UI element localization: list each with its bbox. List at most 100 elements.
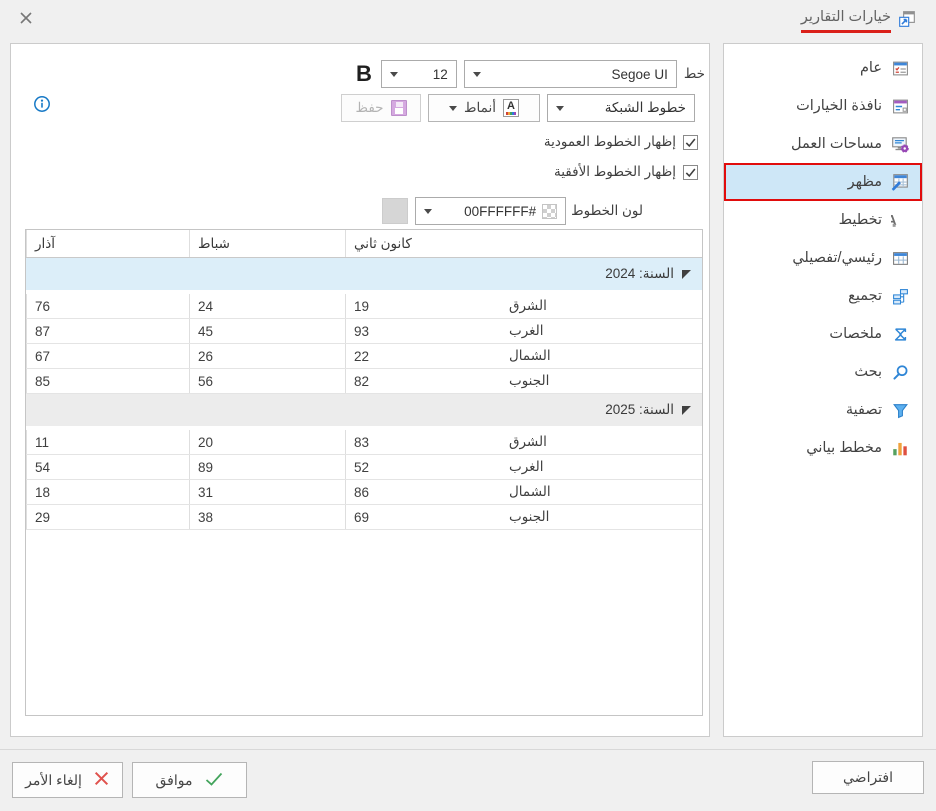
sidebar-item-label: عام: [860, 60, 882, 76]
table-row[interactable]: الغرب 52 89 54: [26, 455, 702, 480]
line-color-preview-swatch: [382, 198, 408, 224]
column-header-february[interactable]: شباط: [189, 230, 345, 257]
value-cell: 93: [345, 319, 501, 343]
table-row[interactable]: الشرق 19 24 76: [26, 294, 702, 319]
group-expanded-icon: [682, 270, 691, 279]
master-detail-icon: [891, 249, 909, 267]
info-icon: [33, 100, 51, 116]
ok-check-icon: [204, 771, 224, 790]
gridlines-combobox[interactable]: خطوط الشبكة: [547, 94, 695, 122]
value-cell: 18: [26, 480, 189, 504]
row-label-cell: الشمال: [501, 344, 702, 368]
value-cell: 69: [345, 505, 501, 529]
sidebar-item-appearance[interactable]: مظهر: [724, 163, 922, 201]
default-button[interactable]: افتراضي: [812, 761, 924, 794]
gridlines-row: خطوط الشبكة A أنماط حفظ: [341, 94, 695, 122]
sidebar-item-layout[interactable]: A تخطيط: [724, 201, 922, 239]
column-header-january[interactable]: كانون ثاني: [345, 230, 501, 257]
line-color-row: لون الخطوط 00FFFFFF#: [382, 197, 643, 225]
show-horizontal-lines-checkbox[interactable]: إظهار الخطوط الأفقية: [554, 164, 698, 180]
font-styles-icon: A: [503, 99, 519, 117]
checkbox-checked-icon: [683, 165, 698, 180]
save-button[interactable]: حفظ: [341, 94, 421, 122]
font-size-value: 12: [404, 67, 448, 82]
value-cell: 22: [345, 344, 501, 368]
table-row[interactable]: الشرق 83 20 11: [26, 430, 702, 455]
table-row[interactable]: الجنوب 69 38 29: [26, 505, 702, 530]
sidebar-item-master-detail[interactable]: رئيسي/تفصيلي: [724, 239, 922, 277]
value-cell: 83: [345, 430, 501, 454]
styles-button-label: أنماط: [464, 100, 496, 116]
group-row-2025[interactable]: السنة: 2025: [26, 394, 702, 430]
sidebar-item-filter[interactable]: تصفية: [724, 391, 922, 429]
table-row[interactable]: الشمال 86 31 18: [26, 480, 702, 505]
group-row-label: السنة: 2024: [605, 266, 674, 282]
checkbox-checked-icon: [683, 135, 698, 150]
table-row[interactable]: الغرب 93 45 87: [26, 319, 702, 344]
options-window-icon: [891, 97, 909, 115]
cancel-button-label: إلغاء الأمر: [25, 772, 82, 789]
sidebar-item-label: مساحات العمل: [791, 136, 882, 152]
ok-button-label: موافق: [156, 772, 193, 789]
summaries-sigma-icon: [891, 325, 909, 343]
ok-button[interactable]: موافق: [132, 762, 247, 798]
row-label-cell: الجنوب: [501, 505, 702, 529]
bold-toggle-button[interactable]: B: [354, 63, 374, 85]
table-row[interactable]: الجنوب 82 56 85: [26, 369, 702, 394]
sidebar-item-label: بحث: [854, 364, 882, 380]
table-row[interactable]: الشمال 22 26 67: [26, 344, 702, 369]
sidebar-item-workspaces[interactable]: مساحات العمل: [724, 125, 922, 163]
sidebar-item-label: ملخصات: [829, 326, 882, 342]
sidebar-item-label: تخطيط: [839, 212, 882, 228]
cancel-button[interactable]: إلغاء الأمر: [12, 762, 123, 798]
sidebar-item-search[interactable]: بحث: [724, 353, 922, 391]
row-label-cell: الشرق: [501, 430, 702, 454]
value-cell: 26: [189, 344, 345, 368]
sidebar-item-chart[interactable]: مخطط بياني: [724, 429, 922, 467]
value-cell: 56: [189, 369, 345, 393]
chevron-down-icon: [424, 209, 432, 214]
general-icon: [891, 59, 909, 77]
row-label-cell: الغرب: [501, 319, 702, 343]
workspaces-icon: [891, 135, 909, 153]
footer-divider: [0, 749, 936, 750]
sidebar-item-grouping[interactable]: تجميع: [724, 277, 922, 315]
styles-dropdown-button[interactable]: A أنماط: [428, 94, 540, 122]
x-close-icon: [18, 10, 34, 29]
gridlines-value: خطوط الشبكة: [570, 100, 686, 116]
row-label-cell: الجنوب: [501, 369, 702, 393]
line-color-combobox[interactable]: 00FFFFFF#: [415, 197, 566, 225]
font-label: خط: [684, 66, 705, 82]
layout-icon: A: [891, 211, 909, 229]
sidebar-item-label: نافذة الخيارات: [796, 98, 882, 114]
group-row-2024[interactable]: السنة: 2024: [26, 258, 702, 294]
report-options-icon: [898, 9, 916, 31]
info-button[interactable]: [33, 95, 51, 116]
value-cell: 89: [189, 455, 345, 479]
column-header-rowlabels[interactable]: [501, 230, 702, 257]
value-cell: 45: [189, 319, 345, 343]
search-icon: [891, 363, 909, 381]
show-vertical-lines-checkbox[interactable]: إظهار الخطوط العمودية: [544, 134, 698, 150]
grid-header-row: كانون ثاني شباط آذار: [26, 230, 702, 258]
filter-icon: [891, 401, 909, 419]
value-cell: 85: [26, 369, 189, 393]
chevron-down-icon: [556, 106, 564, 111]
value-cell: 86: [345, 480, 501, 504]
value-cell: 11: [26, 430, 189, 454]
default-button-label: افتراضي: [843, 769, 893, 786]
save-button-label: حفظ: [356, 100, 384, 116]
sidebar-item-general[interactable]: عام: [724, 49, 922, 87]
sidebar-item-summaries[interactable]: ملخصات: [724, 315, 922, 353]
category-sidebar: عام نافذة الخيارات مساحات العمل: [723, 43, 923, 737]
dialog-title: خيارات التقارير: [801, 9, 916, 33]
column-header-march[interactable]: آذار: [26, 230, 189, 257]
font-size-combobox[interactable]: 12: [381, 60, 457, 88]
row-label-cell: الشمال: [501, 480, 702, 504]
sidebar-item-options-window[interactable]: نافذة الخيارات: [724, 87, 922, 125]
value-cell: 67: [26, 344, 189, 368]
font-family-combobox[interactable]: Segoe UI: [464, 60, 677, 88]
close-button[interactable]: [16, 9, 36, 29]
bar-chart-icon: [891, 439, 909, 457]
sidebar-item-label: رئيسي/تفصيلي: [792, 250, 882, 266]
